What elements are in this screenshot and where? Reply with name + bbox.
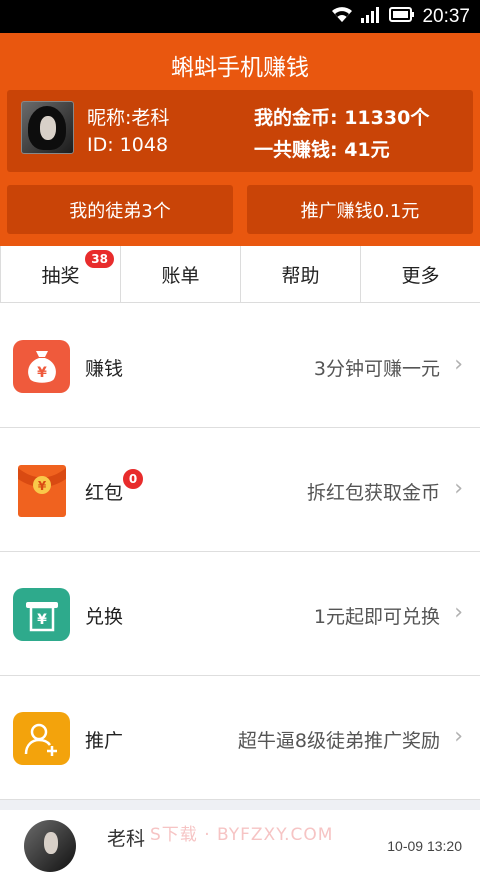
money-bag-icon: ¥ [13,340,70,393]
my-apprentices-button[interactable]: 我的徒弟3个 [7,185,233,234]
tab-label: 账单 [161,264,200,287]
chevron-right-icon: › [454,476,463,501]
tab-more[interactable]: 更多 [360,246,480,302]
chevron-right-icon: › [454,352,463,377]
menu-label: 推广 [85,730,124,752]
svg-text:¥: ¥ [37,479,46,493]
chevron-right-icon: › [454,724,463,749]
watermark: S下载 · BYFZXY.COM [150,825,334,845]
add-user-icon [13,712,70,765]
profile-card: 昵称:老科 ID: 1048 我的金币: 11330个 一共赚钱: 41元 [7,90,473,172]
battery-icon [389,6,415,27]
tab-bar: 抽奖 38 账单 帮助 更多 [0,246,480,303]
svg-text:¥: ¥ [37,612,47,628]
feed-avatar [24,820,76,872]
menu-item-exchange[interactable]: ¥ 兑换 1元起即可兑换 › [0,552,480,676]
menu-label: 赚钱 [85,358,124,380]
tab-label: 帮助 [281,264,320,287]
avatar[interactable] [21,101,74,154]
chevron-right-icon: › [454,600,463,625]
header: 蝌蚪手机赚钱 昵称:老科 ID: 1048 我的金币: 11330个 一共赚钱:… [0,33,480,246]
total-earned: 一共赚钱: 41元 [254,139,390,161]
user-id: ID: 1048 [87,134,169,156]
section-divider [0,800,480,810]
status-time: 20:37 [422,5,470,27]
coin-balance: 我的金币: 11330个 [254,107,430,129]
red-envelope-icon: ¥ [13,464,70,517]
nickname: 昵称:老科 [87,107,170,129]
menu-desc: 超牛逼8级徒弟推广奖励 [237,730,440,752]
red-envelope-badge: 0 [122,468,144,490]
tab-label: 更多 [401,264,440,287]
tab-help[interactable]: 帮助 [240,246,360,302]
menu-desc: 3分钟可赚一元 [313,358,440,380]
svg-text:¥: ¥ [37,365,47,381]
tab-bill[interactable]: 账单 [120,246,240,302]
tab-lottery[interactable]: 抽奖 38 [0,246,120,302]
app-title: 蝌蚪手机赚钱 [171,55,309,81]
lottery-badge: 38 [85,250,114,268]
tab-label: 抽奖 [41,264,80,287]
menu-desc: 1元起即可兑换 [313,606,440,628]
feed-timestamp: 10-09 13:20 [387,838,462,854]
menu-item-promote[interactable]: 推广 超牛逼8级徒弟推广奖励 › [0,676,480,800]
menu-label: 兑换 [85,606,124,628]
menu-item-red-envelope[interactable]: ¥ 0 红包 拆红包获取金币 › [0,428,480,552]
menu-label: 红包 [85,482,124,504]
promote-earn-button[interactable]: 推广赚钱0.1元 [247,185,473,234]
feed-item[interactable]: 老科 S下载 · BYFZXY.COM 10-09 13:20 [0,810,480,872]
wifi-icon [331,6,353,27]
menu-desc: 拆红包获取金币 [306,482,440,504]
exchange-icon: ¥ [13,588,70,641]
menu-item-earn[interactable]: ¥ 赚钱 3分钟可赚一元 › [0,304,480,428]
signal-icon [360,6,382,27]
feed-username: 老科 [107,828,146,850]
status-bar: 20:37 [0,0,480,33]
